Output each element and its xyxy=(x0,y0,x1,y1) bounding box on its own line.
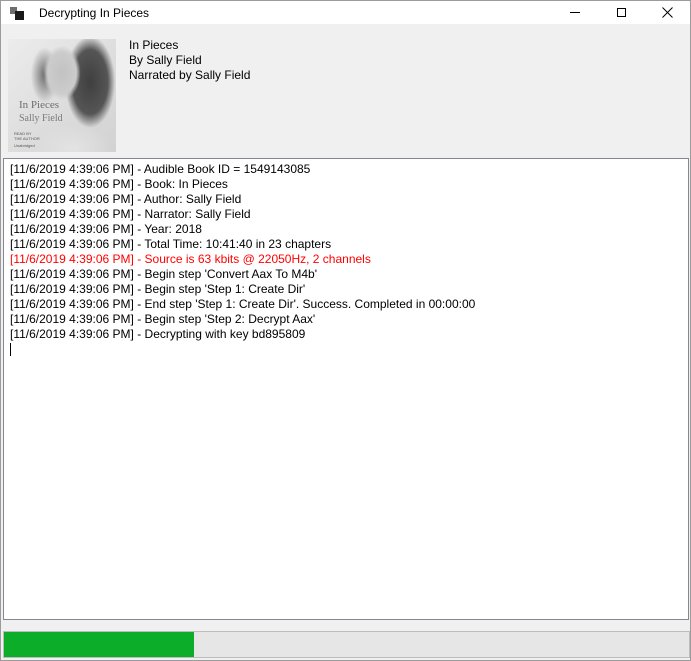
log-line: [11/6/2019 4:39:06 PM] - Begin step 'Con… xyxy=(10,267,688,282)
log-line: [11/6/2019 4:39:06 PM] - Decrypting with… xyxy=(10,327,688,342)
log-textbox[interactable]: [11/6/2019 4:39:06 PM] - Audible Book ID… xyxy=(3,158,689,620)
window-title: Decrypting In Pieces xyxy=(39,6,149,20)
app-window: Decrypting In Pieces In Pieces Sally Fie… xyxy=(0,0,691,661)
cover-readby-text: READ BY THE AUTHOR xyxy=(14,131,40,141)
maximize-button[interactable] xyxy=(598,1,644,24)
log-line: [11/6/2019 4:39:06 PM] - Author: Sally F… xyxy=(10,192,688,207)
progress-bar xyxy=(3,631,690,658)
log-line: [11/6/2019 4:39:06 PM] - Book: In Pieces xyxy=(10,177,688,192)
log-line: [11/6/2019 4:39:06 PM] - Total Time: 10:… xyxy=(10,237,688,252)
app-icon xyxy=(10,5,26,21)
log-line: [11/6/2019 4:39:06 PM] - Begin step 'Ste… xyxy=(10,282,688,297)
log-line: [11/6/2019 4:39:06 PM] - End step 'Step … xyxy=(10,297,688,312)
close-icon xyxy=(662,7,673,18)
log-line: [11/6/2019 4:39:06 PM] - Narrator: Sally… xyxy=(10,207,688,222)
cover-edition-text: Unabridged xyxy=(14,143,35,148)
log-lines: [11/6/2019 4:39:06 PM] - Audible Book ID… xyxy=(10,162,688,342)
book-cover-image: In Pieces Sally Field READ BY THE AUTHOR… xyxy=(8,39,116,152)
log-line: [11/6/2019 4:39:06 PM] - Source is 63 kb… xyxy=(10,252,688,267)
book-author: By Sally Field xyxy=(129,53,250,68)
log-line: [11/6/2019 4:39:06 PM] - Begin step 'Ste… xyxy=(10,312,688,327)
title-bar[interactable]: Decrypting In Pieces xyxy=(1,1,690,24)
book-info: In Pieces By Sally Field Narrated by Sal… xyxy=(129,38,250,83)
minimize-button[interactable] xyxy=(552,1,598,24)
progress-bar-fill xyxy=(4,632,194,657)
text-caret xyxy=(10,343,11,356)
log-line: [11/6/2019 4:39:06 PM] - Year: 2018 xyxy=(10,222,688,237)
book-narrator: Narrated by Sally Field xyxy=(129,68,250,83)
cover-author-text: Sally Field xyxy=(19,113,63,124)
caption-buttons xyxy=(552,1,690,24)
maximize-icon xyxy=(617,8,626,17)
close-button[interactable] xyxy=(644,1,690,24)
log-line: [11/6/2019 4:39:06 PM] - Audible Book ID… xyxy=(10,162,688,177)
minimize-icon xyxy=(570,12,580,13)
cover-title-text: In Pieces xyxy=(19,99,59,111)
book-title: In Pieces xyxy=(129,38,250,53)
